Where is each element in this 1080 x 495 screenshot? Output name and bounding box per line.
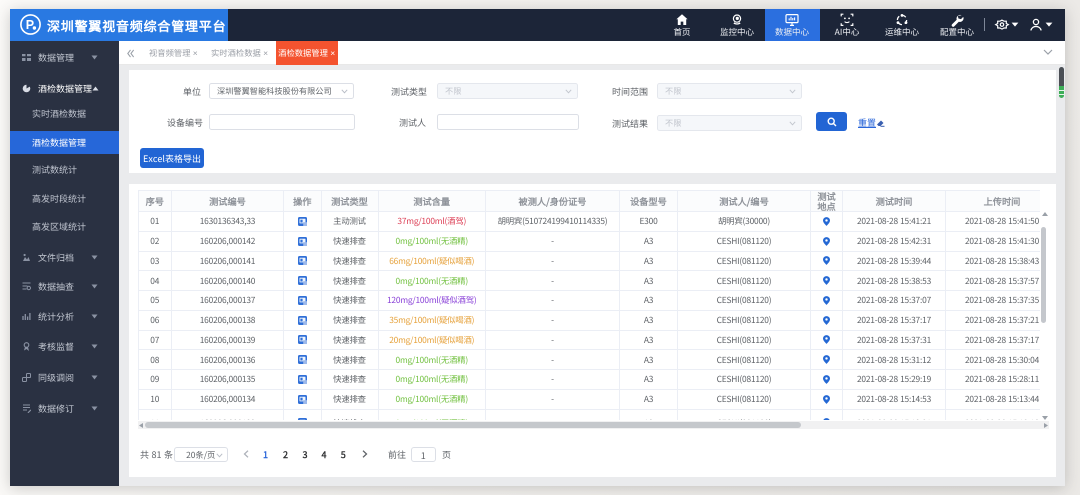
svg-text:P: P [26,18,34,32]
